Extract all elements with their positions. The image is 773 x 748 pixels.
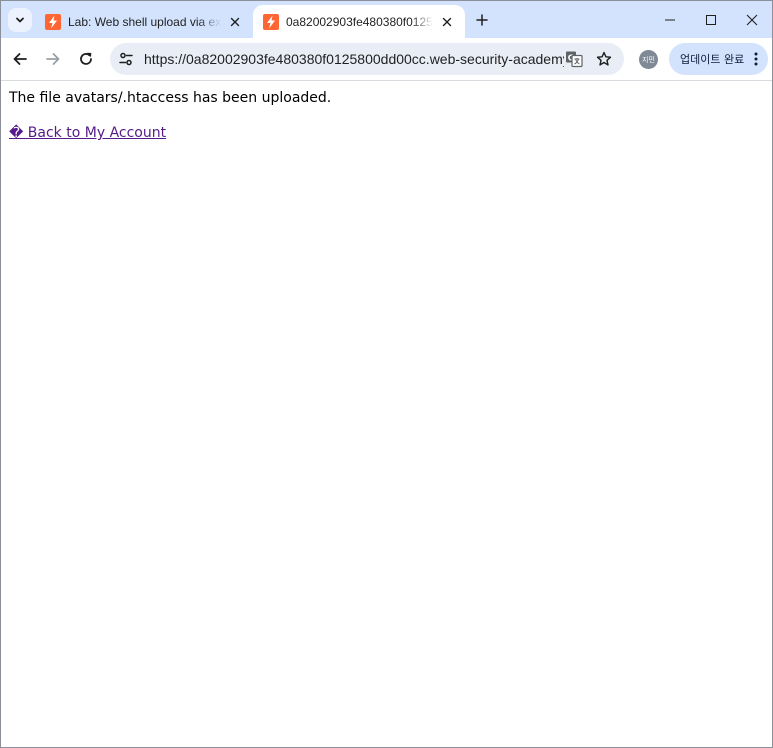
close-tab-icon[interactable] [227,14,243,30]
translate-icon: G [566,51,583,68]
minimize-button[interactable] [649,1,691,38]
arrow-right-icon [46,53,60,65]
site-info-button[interactable] [116,49,136,69]
portswigger-icon [263,13,279,30]
update-label: 업데이트 완료 [680,53,745,66]
update-button[interactable]: 업데이트 완료 [669,43,768,75]
plus-icon [476,14,488,26]
star-icon [596,51,612,66]
back-to-account-link[interactable]: � Back to My Account [9,125,166,141]
address-bar[interactable]: https://0a82002903fe480380f0125800dd00cc… [110,43,624,75]
chevron-down-icon [16,17,24,23]
close-icon [746,14,758,25]
tab-title: Lab: Web shell upload via exte [68,14,221,29]
reload-button[interactable] [74,47,98,71]
back-button[interactable] [8,47,32,71]
maximize-icon [706,14,716,25]
page-content: The file avatars/.htaccess has been uplo… [1,81,772,747]
browser-toolbar: https://0a82002903fe480380f0125800dd00cc… [1,38,772,81]
more-vert-icon [753,51,759,67]
tab-lab[interactable]: Lab: Web shell upload via exte [35,5,253,38]
tab-search-button[interactable] [8,8,32,32]
reload-icon [80,52,92,65]
arrow-left-icon [13,53,27,65]
tab-strip: Lab: Web shell upload via exte 0a8200290… [1,1,772,38]
forward-button[interactable] [41,47,65,71]
tune-icon [119,52,133,66]
portswigger-icon [45,13,61,30]
tab-title: 0a82002903fe480380f0125800dd00cc.web-sec… [286,14,433,29]
close-tab-icon[interactable] [439,14,455,30]
maximize-button[interactable] [690,1,732,38]
upload-status-message: The file avatars/.htaccess has been uplo… [9,90,332,106]
close-window-button[interactable] [731,1,772,38]
bookmark-button[interactable] [594,49,614,69]
profile-avatar[interactable]: 지민 [639,50,658,69]
tab-current[interactable]: 0a82002903fe480380f0125800dd00cc.web-sec… [253,5,465,38]
browser-window: Lab: Web shell upload via exte 0a8200290… [0,0,773,748]
new-tab-button[interactable] [471,9,493,31]
translate-button[interactable]: G [564,49,584,69]
url-text[interactable]: https://0a82002903fe480380f0125800dd00cc… [144,51,564,67]
minimize-icon [665,19,675,20]
